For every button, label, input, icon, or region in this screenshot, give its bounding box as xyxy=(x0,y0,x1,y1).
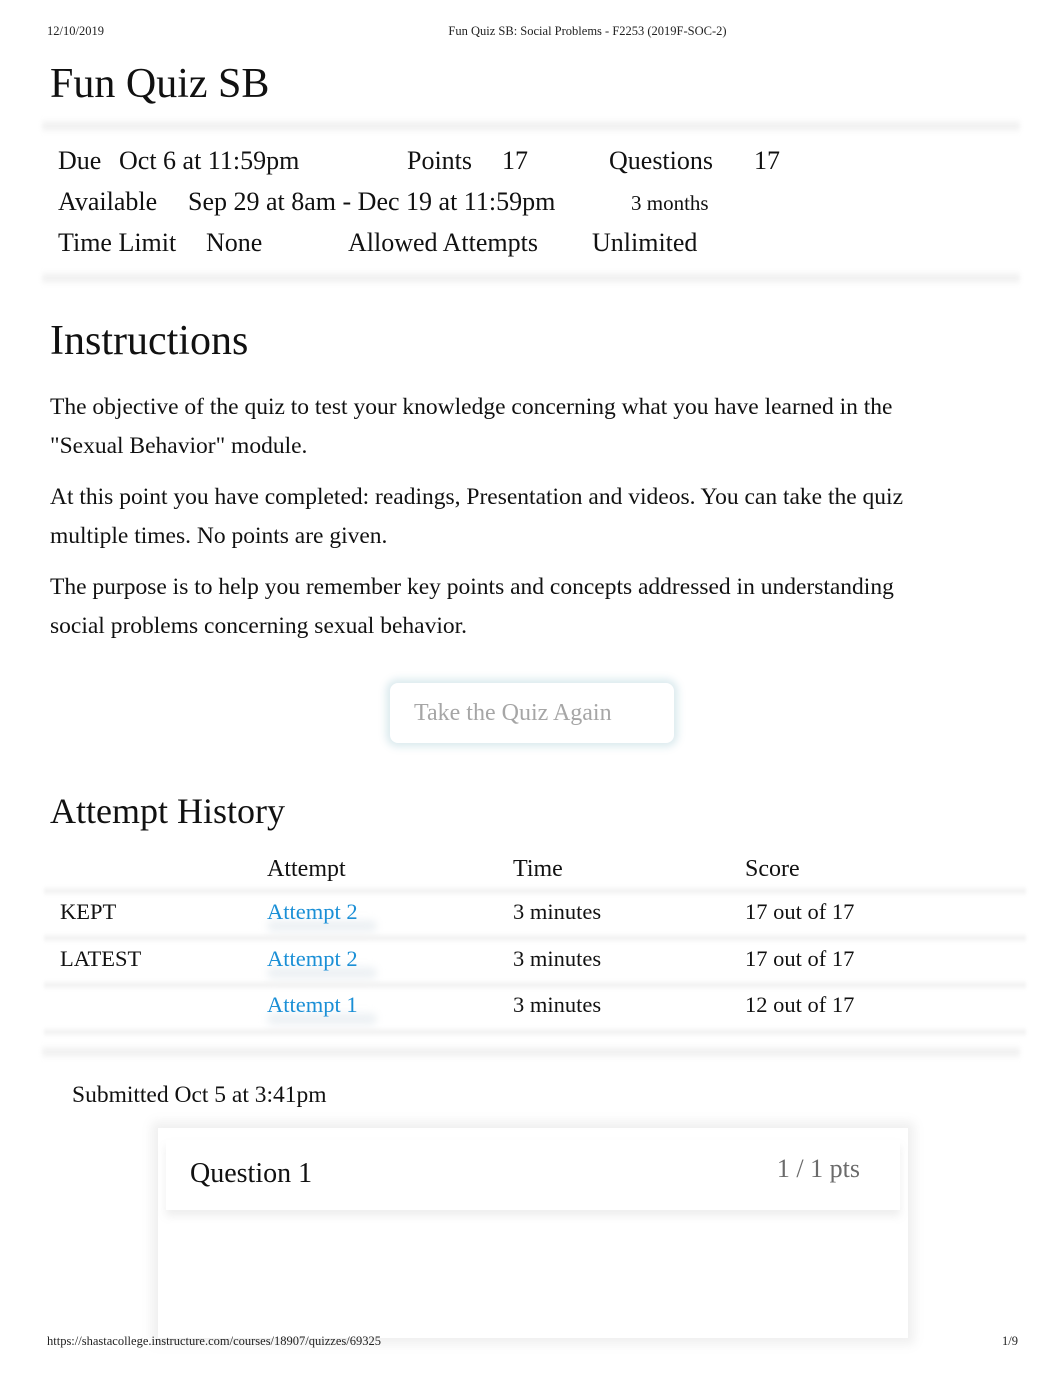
attempt-time: 3 minutes xyxy=(513,992,602,1017)
allowed-attempts-label: Allowed Attempts xyxy=(348,228,538,257)
question-title: Question 1 xyxy=(190,1158,313,1189)
retake-button-container: Take the Quiz Again xyxy=(390,683,674,743)
attempt-history-title: Attempt History xyxy=(50,791,285,831)
attempt-link[interactable]: Attempt 2 xyxy=(267,946,358,972)
due-value: Oct 6 at 11:59pm xyxy=(119,146,300,175)
time-limit-label: Time Limit xyxy=(58,228,177,257)
attempt-status-label: KEPT xyxy=(60,899,117,924)
time-limit-value: None xyxy=(206,228,263,257)
column-header-attempt: Attempt xyxy=(267,856,346,882)
submitted-timestamp: Submitted Oct 5 at 3:41pm xyxy=(72,1082,327,1108)
instructions-body: The objective of the quiz to test your k… xyxy=(50,388,930,658)
column-header-time: Time xyxy=(513,856,563,882)
attempt-link[interactable]: Attempt 1 xyxy=(267,992,358,1018)
attempt-status-label: LATEST xyxy=(60,945,142,971)
table-row: LATEST Attempt 2 3 minutes 17 out of 17 xyxy=(50,939,1020,986)
instructions-paragraph: The objective of the quiz to test your k… xyxy=(50,394,893,459)
question-card: Question 1 1 / 1 pts xyxy=(158,1128,908,1338)
available-value: Sep 29 at 8am - Dec 19 at 11:59pm xyxy=(188,187,556,216)
print-header: 12/10/2019 Fun Quiz SB: Social Problems … xyxy=(47,24,1018,42)
instructions-paragraph: The purpose is to help you remember key … xyxy=(50,574,894,639)
divider xyxy=(42,118,1020,134)
divider xyxy=(42,1044,1020,1060)
allowed-attempts-value: Unlimited xyxy=(592,228,698,257)
available-duration: 3 months xyxy=(631,191,709,215)
instructions-paragraph: At this point you have completed: readin… xyxy=(50,484,904,549)
print-document-title: Fun Quiz SB: Social Problems - F2253 (20… xyxy=(448,24,727,38)
print-footer: https://shastacollege.instructure.com/co… xyxy=(47,1334,1018,1352)
points-label: Points xyxy=(407,146,473,175)
due-label: Due xyxy=(58,146,102,175)
print-url: https://shastacollege.instructure.com/co… xyxy=(47,1334,381,1348)
attempt-score: 12 out of 17 xyxy=(745,992,855,1017)
points-value: 17 xyxy=(502,146,528,175)
divider xyxy=(42,270,1020,286)
questions-value: 17 xyxy=(754,146,780,175)
row-divider xyxy=(44,1027,1026,1037)
question-points: 1 / 1 pts xyxy=(776,1154,860,1183)
table-row: Attempt 1 3 minutes 12 out of 17 xyxy=(50,985,1020,1032)
attempt-score: 17 out of 17 xyxy=(745,945,855,971)
attempt-score: 17 out of 17 xyxy=(745,899,855,924)
take-quiz-again-button[interactable]: Take the Quiz Again xyxy=(396,689,668,737)
available-label: Available xyxy=(58,187,158,216)
attempt-history-table: Attempt Time Score KEPT Attempt 2 3 minu… xyxy=(44,852,1026,1037)
attempt-time: 3 minutes xyxy=(513,945,602,971)
questions-label: Questions xyxy=(609,146,713,175)
print-page-number: 1/9 xyxy=(1002,1334,1018,1348)
table-row: KEPT Attempt 2 3 minutes 17 out of 17 xyxy=(50,892,1020,939)
question-header: Question 1 1 / 1 pts xyxy=(166,1140,900,1210)
attempt-link[interactable]: Attempt 2 xyxy=(267,899,358,925)
attempt-time: 3 minutes xyxy=(513,899,602,924)
page-title: Fun Quiz SB xyxy=(50,61,270,107)
instructions-title: Instructions xyxy=(50,318,249,364)
column-header-score: Score xyxy=(745,856,800,882)
question-body xyxy=(170,1223,896,1338)
